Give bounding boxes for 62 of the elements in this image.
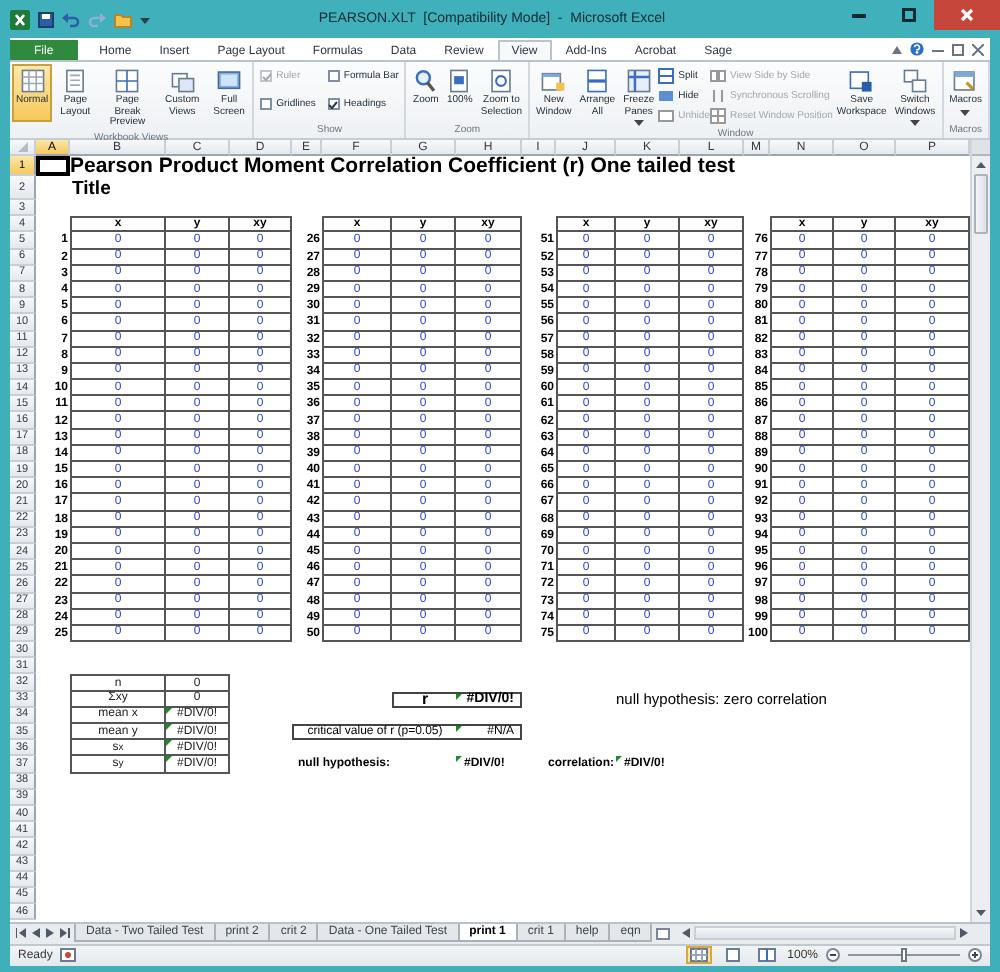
minus-icon bbox=[826, 948, 840, 963]
hide-icon bbox=[658, 87, 675, 103]
sheet-subtitle: Title bbox=[70, 176, 113, 200]
new-window-icon bbox=[540, 68, 567, 94]
up-arrow-icon bbox=[976, 162, 986, 168]
macro-icon bbox=[952, 68, 979, 94]
page-break-icon bbox=[757, 948, 776, 963]
checkmark-icon bbox=[261, 71, 272, 81]
grid-view-icon bbox=[19, 68, 46, 94]
switch-windows-icon bbox=[901, 68, 928, 94]
scroll-up-button[interactable] bbox=[972, 156, 990, 174]
zoom-slider[interactable] bbox=[848, 946, 960, 965]
zoom-page-icon bbox=[488, 68, 515, 94]
monitor-icon bbox=[216, 68, 243, 94]
page-icon bbox=[62, 68, 89, 94]
sheet-title: Pearson Product Moment Correlation Coefficient (r) One tailed test bbox=[70, 156, 738, 176]
checkmark-icon bbox=[328, 99, 339, 109]
close-icon[interactable] bbox=[972, 43, 984, 55]
page-layout-icon bbox=[723, 948, 742, 963]
normal-view-icon bbox=[689, 948, 708, 963]
frozen-grid-icon bbox=[625, 68, 652, 94]
stacked-windows-icon bbox=[584, 68, 611, 94]
close-button[interactable] bbox=[934, 0, 1000, 30]
minimize-icon bbox=[852, 8, 866, 22]
windows-icon bbox=[169, 68, 196, 94]
split-handle[interactable] bbox=[972, 140, 990, 156]
view-button[interactable] bbox=[685, 946, 712, 965]
scroll-right-icon[interactable] bbox=[960, 928, 968, 939]
selected-cell[interactable] bbox=[36, 156, 70, 176]
save-workspace-icon bbox=[848, 68, 875, 94]
view-button[interactable] bbox=[753, 946, 780, 965]
spreadsheet-logo-icon bbox=[10, 9, 30, 29]
collapse-ribbon-icon[interactable] bbox=[892, 45, 902, 53]
reset-window-icon bbox=[709, 107, 726, 123]
sync-scroll-icon bbox=[709, 87, 726, 103]
undo-icon[interactable] bbox=[62, 11, 80, 27]
split-icon bbox=[658, 67, 675, 83]
help-icon[interactable] bbox=[910, 42, 924, 56]
zoom-out-button[interactable] bbox=[826, 948, 840, 963]
zoom-icon bbox=[412, 68, 439, 94]
save-icon[interactable] bbox=[38, 11, 54, 27]
restore-icon[interactable] bbox=[952, 43, 964, 55]
previous-sheet-icon[interactable] bbox=[32, 928, 40, 939]
close-icon bbox=[960, 8, 974, 22]
restore-icon bbox=[902, 8, 916, 22]
page-grid-icon bbox=[114, 68, 141, 94]
page-icon bbox=[446, 68, 473, 94]
next-sheet-icon[interactable] bbox=[46, 928, 54, 939]
down-arrow-icon bbox=[976, 910, 986, 916]
new-sheet-icon[interactable] bbox=[656, 927, 671, 940]
side-by-side-icon bbox=[709, 67, 726, 83]
first-sheet-icon[interactable] bbox=[16, 928, 26, 939]
window-icon bbox=[658, 107, 675, 123]
last-sheet-icon[interactable] bbox=[60, 928, 70, 939]
plus-icon bbox=[968, 948, 982, 963]
result-label: r bbox=[392, 691, 456, 708]
zoom-slider-thumb[interactable] bbox=[901, 948, 907, 963]
macro-record-icon[interactable] bbox=[60, 948, 77, 963]
horizontal-scrollbar[interactable] bbox=[694, 926, 956, 941]
zoom-in-button[interactable] bbox=[968, 948, 982, 963]
scrollbar-thumb[interactable] bbox=[974, 174, 988, 234]
scroll-down-button[interactable] bbox=[972, 904, 990, 922]
